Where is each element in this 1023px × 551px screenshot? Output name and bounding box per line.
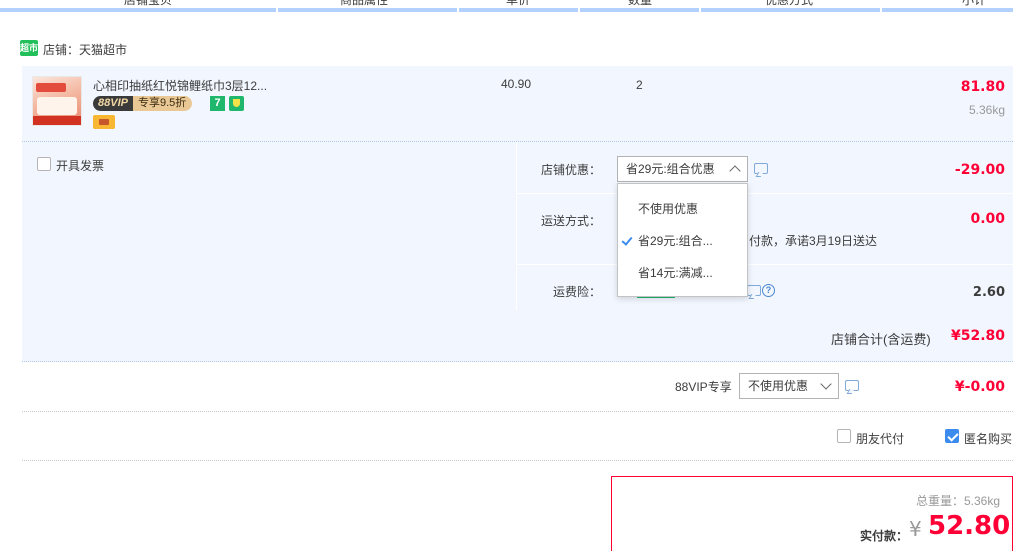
credit-card-icon — [93, 115, 115, 129]
column-divider — [880, 8, 882, 12]
payment-summary: 总重量：5.36kg 实付款： ¥ 52.80 — [611, 476, 1013, 551]
shipping-label: 运送方式： — [541, 214, 602, 228]
invoice-checkbox[interactable] — [37, 157, 51, 171]
options-row-divider — [516, 193, 1013, 194]
vip-badge-label: 88VIP — [93, 96, 133, 111]
chevron-up-icon — [729, 165, 741, 177]
divider — [22, 460, 1013, 461]
pay-label: 实付款： — [860, 529, 909, 543]
message-icon[interactable] — [845, 380, 859, 391]
order-confirm-page: 店铺宝贝 商品属性 单价 数量 优惠方式 小计 超市 店铺：天猫超市 心相印抽纸… — [0, 0, 1023, 551]
checkmark-icon — [621, 234, 633, 246]
vip-discount-label: 专享9.5折 — [132, 96, 193, 111]
vip88-select[interactable]: 不使用优惠 — [739, 373, 839, 399]
shipping-insurance-label: 运费险： — [553, 285, 602, 299]
store-discount-selected: 省29元:组合优惠 — [626, 162, 715, 176]
quantity-value: 2 — [636, 78, 643, 92]
product-title[interactable]: 心相印抽纸红悦锦鲤纸巾3层12... — [93, 77, 267, 94]
help-icon[interactable]: ? — [762, 284, 775, 297]
vip88-label: 88VIP专享 — [675, 380, 732, 394]
unit-price: 40.90 — [501, 77, 532, 91]
dropdown-option-label: 省29元:组合... — [638, 234, 713, 248]
options-row-divider — [516, 264, 1013, 265]
column-header-bar — [0, 8, 1013, 12]
dropdown-option[interactable]: 省14元:满减... — [618, 258, 747, 288]
currency-symbol: ¥ — [909, 517, 922, 541]
column-divider — [457, 8, 459, 12]
store-discount-label: 店铺优惠： — [541, 163, 602, 177]
seven-day-return-icon: 7 — [210, 96, 225, 111]
invoice-label[interactable]: 开具发票 — [56, 157, 104, 174]
shipping-amount: 0.00 — [970, 211, 1005, 227]
pay-amount: 52.80 — [928, 511, 1011, 541]
friend-pay-checkbox[interactable] — [837, 429, 851, 443]
dropdown-option-label: 不使用优惠 — [638, 202, 699, 216]
store-discount-select[interactable]: 省29元:组合优惠 — [617, 156, 748, 182]
store-total-label: 店铺合计(含运费) — [831, 332, 931, 347]
anonymous-label[interactable]: 匿名购买 — [964, 430, 1012, 447]
message-icon[interactable] — [747, 285, 761, 296]
column-divider — [578, 8, 580, 12]
supermarket-icon: 超市 — [20, 40, 38, 56]
total-weight: 总重量：5.36kg — [915, 494, 1000, 508]
store-name[interactable]: 店铺：天猫超市 — [43, 41, 127, 58]
dropdown-option-selected[interactable]: 省29元:组合... — [618, 226, 747, 256]
shipping-note: 付款，承诺3月19日送达 — [749, 234, 878, 248]
product-thumbnail[interactable] — [32, 76, 82, 126]
column-divider — [699, 8, 701, 12]
item-subtotal: 81.80 — [960, 79, 1005, 95]
guarantee-shield-icon — [229, 96, 244, 111]
shipping-insurance-amount: 2.60 — [972, 285, 1005, 300]
item-weight: 5.36kg — [968, 103, 1005, 117]
message-icon[interactable] — [754, 163, 768, 174]
vip88-selected: 不使用优惠 — [748, 379, 809, 393]
options-divider — [516, 142, 517, 310]
dropdown-option[interactable]: 不使用优惠 — [618, 194, 747, 224]
store-total-amount: ¥52.80 — [950, 328, 1005, 344]
dropdown-option-label: 省14元:满减... — [638, 266, 713, 280]
store-discount-dropdown: 不使用优惠 省29元:组合... 省14元:满减... — [617, 183, 748, 297]
column-divider — [276, 8, 278, 12]
friend-pay-label[interactable]: 朋友代付 — [856, 430, 904, 447]
vip88-amount: ¥-0.00 — [954, 379, 1005, 395]
store-discount-amount: -29.00 — [954, 162, 1005, 178]
vip-discount-badge: 88VIP 专享9.5折 — [93, 96, 193, 111]
chevron-down-icon — [820, 378, 832, 390]
divider — [22, 411, 1013, 412]
anonymous-checkbox[interactable] — [945, 429, 959, 443]
